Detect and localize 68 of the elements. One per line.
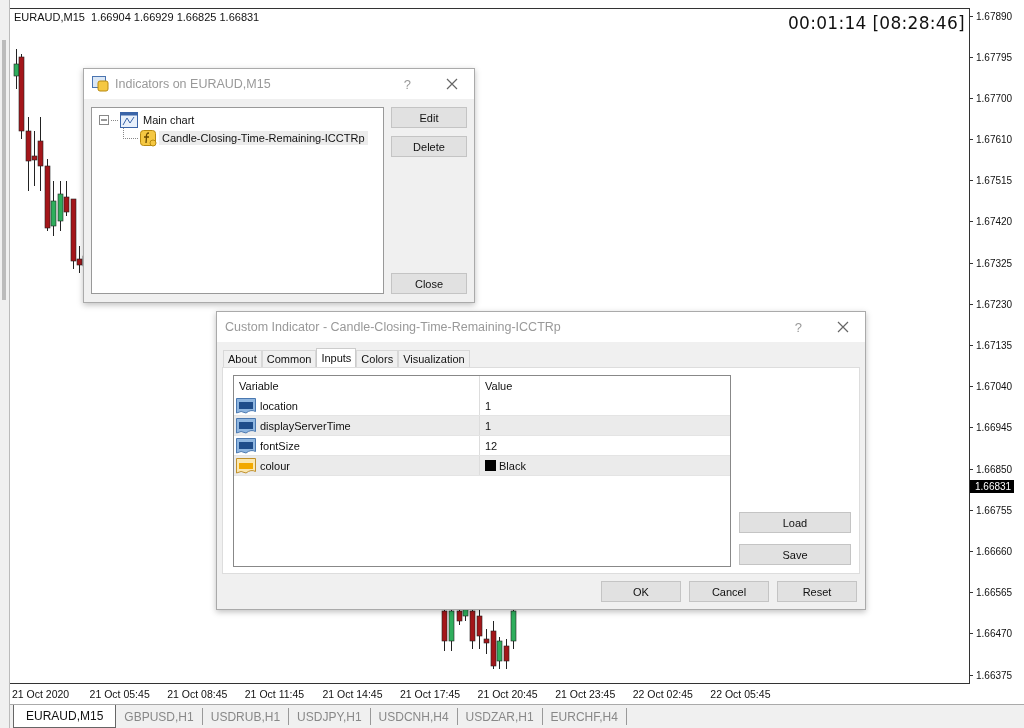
time-label: 21 Oct 14:45: [322, 688, 384, 701]
price-label: 1.66565: [976, 587, 1013, 599]
candle-timer: 00:01:14 [08:28:46]: [787, 13, 965, 33]
variable-value[interactable]: 1: [485, 419, 492, 432]
close-icon[interactable]: [446, 78, 458, 90]
dialog-tab[interactable]: Inputs: [316, 348, 357, 367]
current-price-tag: 1.66831: [970, 480, 1015, 493]
time-label: 21 Oct 17:45: [399, 688, 462, 701]
price-label: 1.67700: [976, 92, 1013, 104]
column-header[interactable]: Value: [480, 376, 730, 396]
price-label: 1.66850: [976, 463, 1013, 475]
tree-item[interactable]: Candle-Closing-Time-Remaining-ICCTRp: [159, 131, 368, 145]
side-button[interactable]: Load: [739, 512, 851, 533]
dialog-tab[interactable]: Common: [261, 350, 317, 367]
time-label: 21 Oct 11:45: [244, 688, 306, 701]
price-label: 1.67890: [976, 10, 1013, 22]
variable-name: fontSize: [259, 439, 300, 452]
dialog-title: Custom Indicator - Candle-Closing-Time-Remaining-ICCTRp: [225, 320, 562, 334]
number-type-icon: [236, 397, 256, 414]
price-label: 1.66375: [976, 669, 1013, 681]
time-label: 21 Oct 2020: [12, 688, 71, 701]
price-label: 1.67795: [976, 51, 1013, 63]
collapse-icon[interactable]: [99, 115, 109, 125]
number-type-icon: [236, 437, 256, 454]
price-label: 1.67515: [976, 175, 1013, 187]
dialog-tab[interactable]: About: [223, 350, 262, 367]
price-label: 1.67135: [976, 340, 1013, 351]
variable-value[interactable]: 12: [485, 439, 498, 452]
symbol-tab[interactable]: EURAUD,M15: [13, 705, 117, 728]
dialog-button[interactable]: Delete: [391, 136, 467, 157]
dialog-button[interactable]: Cancel: [689, 581, 769, 602]
dialog-tab[interactable]: Colors: [356, 350, 399, 367]
variable-name: colour: [259, 459, 290, 472]
time-label: 21 Oct 08:45: [167, 688, 229, 701]
indicator-icon: [140, 129, 157, 147]
dialog-button[interactable]: Close: [391, 273, 467, 294]
color-type-icon: [236, 457, 256, 474]
price-label: 1.67610: [976, 134, 1013, 146]
price-label: 1.67325: [976, 257, 1013, 269]
price-label: 1.66755: [976, 504, 1013, 516]
dialog-tab[interactable]: Visualization: [398, 350, 470, 367]
tree-item[interactable]: Main chart: [140, 113, 198, 127]
dialog-button[interactable]: Reset: [777, 581, 857, 602]
price-label: 1.66470: [976, 628, 1013, 640]
variable-name: displayServerTime: [259, 419, 351, 432]
dialog-button[interactable]: Edit: [391, 107, 467, 128]
time-label: 22 Oct 02:45: [632, 688, 694, 701]
column-header[interactable]: Variable: [234, 376, 480, 396]
time-label: 21 Oct 20:45: [477, 688, 539, 701]
variable-value[interactable]: Black: [499, 459, 526, 472]
time-label: 21 Oct 05:45: [89, 688, 151, 701]
variable-value[interactable]: 1: [485, 399, 492, 412]
variable-name: location: [259, 399, 298, 412]
price-label: 1.67040: [976, 381, 1013, 393]
close-icon[interactable]: [837, 321, 849, 333]
indicators-icon: [92, 76, 110, 92]
dialog-button[interactable]: OK: [601, 581, 681, 602]
price-label: 1.67420: [976, 216, 1013, 228]
price-label: 1.66945: [976, 422, 1013, 434]
number-type-icon: [236, 417, 256, 434]
side-button[interactable]: Save: [739, 544, 851, 565]
time-label: 21 Oct 23:45: [555, 688, 617, 701]
chart-window-icon: [120, 112, 138, 128]
price-label: 1.67230: [976, 298, 1013, 310]
dialog-title: Indicators on EURAUD,M15: [115, 77, 272, 91]
symbol-info: EURAUD,M15 1.66904 1.66929 1.66825 1.66831: [14, 11, 260, 23]
price-label: 1.66660: [976, 545, 1013, 557]
time-label: 22 Oct 05:45: [710, 688, 772, 701]
